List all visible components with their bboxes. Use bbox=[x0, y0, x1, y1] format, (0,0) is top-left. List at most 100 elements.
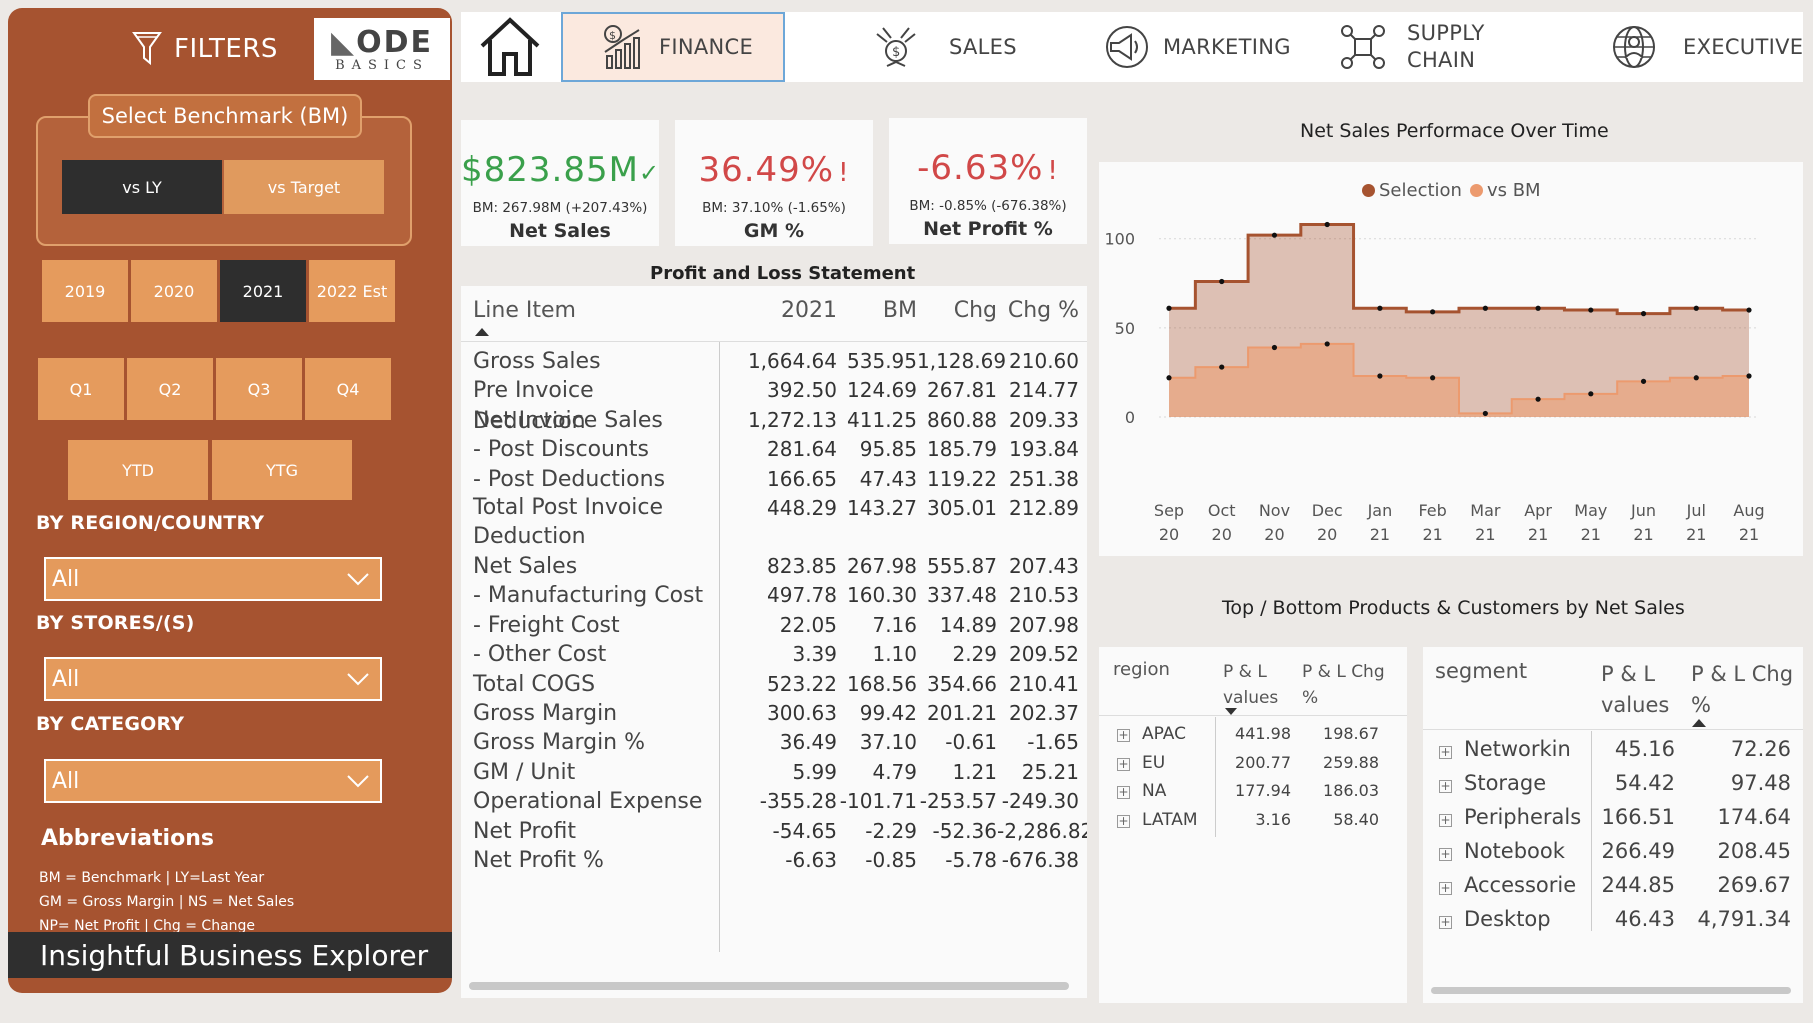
nav-tab-supply-chain[interactable]: SUPPLY CHAIN bbox=[1339, 12, 1485, 82]
data-point[interactable] bbox=[1746, 373, 1752, 379]
col-header-segment[interactable]: segment bbox=[1435, 659, 1527, 683]
table-row[interactable]: Net Profit % -6.63 -0.85 -5.78 -676.38 bbox=[461, 845, 1087, 874]
table-cell: 497.78 bbox=[767, 583, 837, 608]
col-header-pl-values[interactable]: P & L values bbox=[1601, 659, 1669, 721]
data-point[interactable] bbox=[1693, 305, 1699, 311]
table-row[interactable]: Operational Expense -355.28 -101.71 -253.57… bbox=[461, 786, 1087, 815]
expand-icon[interactable]: + bbox=[1117, 729, 1130, 742]
table-row[interactable]: + Notebook bbox=[1439, 839, 1565, 863]
col-header-bm[interactable]: BM bbox=[837, 298, 917, 338]
table-row[interactable]: + EU bbox=[1117, 753, 1165, 773]
table-row[interactable]: + Storage bbox=[1439, 771, 1546, 795]
table-row[interactable]: + Desktop bbox=[1439, 907, 1551, 931]
category-dropdown[interactable]: All bbox=[44, 759, 382, 803]
table-row[interactable]: Total Post Invoice Deduction 448.29 143.27… bbox=[461, 493, 1087, 551]
sales-money-icon: $ bbox=[876, 27, 916, 67]
year-2021-button[interactable]: 2021 bbox=[220, 260, 306, 322]
region-dropdown[interactable]: All bbox=[44, 557, 382, 601]
table-row[interactable]: - Post Deductions 166.65 47.43 119.22 251.38 bbox=[461, 464, 1087, 493]
table-row[interactable]: - Freight Cost 22.05 7.16 14.89 207.98 bbox=[461, 610, 1087, 639]
expand-icon[interactable]: + bbox=[1439, 746, 1452, 759]
table-row[interactable]: Gross Sales 1,664.64 535.95 1,128.69 210.60 bbox=[461, 346, 1087, 375]
vs-target-button[interactable]: vs Target bbox=[224, 160, 384, 214]
data-point[interactable] bbox=[1588, 307, 1594, 313]
nav-tab-executive[interactable]: EXECUTIVE bbox=[1609, 12, 1803, 82]
q3-button[interactable]: Q3 bbox=[216, 358, 302, 420]
data-point[interactable] bbox=[1746, 307, 1752, 313]
data-point[interactable] bbox=[1482, 410, 1488, 417]
year-2020-button[interactable]: 2020 bbox=[131, 260, 217, 322]
expand-icon[interactable]: + bbox=[1439, 916, 1452, 929]
top-navigation: $ FINANCE $ SALES MARKETING SUPPLY CHAIN… bbox=[461, 12, 1803, 82]
table-row[interactable]: - Other Cost 3.39 1.10 2.29 209.52 bbox=[461, 639, 1087, 668]
table-row[interactable]: - Post Discounts 281.64 95.85 185.79 193.84 bbox=[461, 434, 1087, 463]
col-header-pl-chg-pct[interactable]: P & L Chg % bbox=[1302, 659, 1385, 711]
nav-executive-label: EXECUTIVE bbox=[1683, 35, 1804, 59]
table-row[interactable]: Pre Invoice Deduction 392.50 124.69 267.81 2… bbox=[461, 375, 1087, 434]
data-point[interactable] bbox=[1588, 391, 1594, 397]
table-row[interactable]: Net Sales 823.85 267.98 555.87 207.43 bbox=[461, 551, 1087, 580]
year-2019-button[interactable]: 2019 bbox=[42, 260, 128, 322]
table-row[interactable]: GM / Unit 5.99 4.79 1.21 25.21 bbox=[461, 757, 1087, 786]
data-point[interactable] bbox=[1324, 221, 1330, 228]
data-point[interactable] bbox=[1219, 364, 1225, 370]
horizontal-scrollbar[interactable] bbox=[469, 982, 1069, 990]
q1-button[interactable]: Q1 bbox=[38, 358, 124, 420]
table-row[interactable]: Gross Margin 300.63 99.42 201.21 202.37 bbox=[461, 698, 1087, 727]
expand-icon[interactable]: + bbox=[1117, 786, 1130, 799]
data-point[interactable] bbox=[1535, 305, 1541, 311]
data-point[interactable] bbox=[1166, 305, 1172, 311]
nav-tab-sales[interactable]: $ SALES bbox=[873, 12, 1017, 82]
data-point[interactable] bbox=[1377, 305, 1383, 311]
nav-tab-finance[interactable]: $ FINANCE bbox=[561, 12, 785, 82]
data-point[interactable] bbox=[1166, 375, 1172, 381]
q4-button[interactable]: Q4 bbox=[305, 358, 391, 420]
stores-dropdown[interactable]: All bbox=[44, 657, 382, 701]
x-tick-label: Aug 21 bbox=[1733, 501, 1764, 544]
col-header-pl-values[interactable]: P & L values bbox=[1223, 659, 1278, 711]
col-header-pl-chg-pct[interactable]: P & L Chg % bbox=[1691, 659, 1793, 721]
q2-button[interactable]: Q2 bbox=[127, 358, 213, 420]
data-point[interactable] bbox=[1271, 232, 1278, 238]
expand-icon[interactable]: + bbox=[1439, 848, 1452, 861]
data-point[interactable] bbox=[1640, 311, 1647, 317]
line-item-label: - Post Deductions bbox=[473, 466, 666, 492]
data-point[interactable] bbox=[1482, 305, 1488, 311]
expand-icon[interactable]: + bbox=[1117, 814, 1130, 828]
data-point[interactable] bbox=[1430, 375, 1436, 381]
expand-icon[interactable]: + bbox=[1439, 780, 1452, 793]
table-row[interactable]: + Peripherals bbox=[1439, 805, 1581, 829]
table-row[interactable]: + Accessorie bbox=[1439, 873, 1576, 897]
table-row[interactable]: Total COGS 523.22 168.56 354.66 210.41 bbox=[461, 669, 1087, 698]
ytg-button[interactable]: YTG bbox=[212, 440, 352, 500]
data-point[interactable] bbox=[1640, 378, 1647, 384]
horizontal-scrollbar[interactable] bbox=[1431, 987, 1791, 994]
table-row[interactable]: + NA bbox=[1117, 781, 1166, 801]
table-row[interactable]: - Manufacturing Cost 497.78 160.30 337.48 21… bbox=[461, 580, 1087, 609]
expand-icon[interactable]: + bbox=[1439, 814, 1452, 827]
nav-home[interactable] bbox=[475, 12, 545, 82]
data-point[interactable] bbox=[1430, 309, 1436, 315]
table-row[interactable]: + APAC bbox=[1117, 724, 1186, 744]
expand-icon[interactable]: + bbox=[1117, 757, 1130, 771]
data-point[interactable] bbox=[1219, 278, 1225, 285]
year-2022-est-button[interactable]: 2022 Est bbox=[309, 260, 395, 322]
data-point[interactable] bbox=[1693, 375, 1699, 381]
table-row[interactable]: Gross Margin % 36.49 37.10 -0.61 -1.65 bbox=[461, 727, 1087, 756]
table-row[interactable]: Net Profit -54.65 -2.29 -52.36 -2,286.82 bbox=[461, 816, 1087, 845]
col-header-region[interactable]: region bbox=[1113, 659, 1170, 680]
table-row[interactable]: + Networkin bbox=[1439, 737, 1571, 761]
col-header-chg[interactable]: Chg bbox=[917, 298, 997, 338]
nav-tab-marketing[interactable]: MARKETING bbox=[1101, 12, 1291, 82]
data-point[interactable] bbox=[1324, 341, 1330, 347]
col-header-2021[interactable]: 2021 bbox=[727, 298, 837, 338]
vs-ly-button[interactable]: vs LY bbox=[62, 160, 222, 214]
data-point[interactable] bbox=[1377, 373, 1383, 379]
col-header-chg-pct[interactable]: Chg % bbox=[997, 298, 1079, 338]
table-row[interactable]: Net Invoice Sales 1,272.13 411.25 860.88 209… bbox=[461, 405, 1087, 434]
ytd-button[interactable]: YTD bbox=[68, 440, 208, 500]
data-point[interactable] bbox=[1535, 396, 1541, 402]
data-point[interactable] bbox=[1271, 344, 1278, 351]
expand-icon[interactable]: + bbox=[1439, 882, 1452, 895]
table-row[interactable]: + LATAM bbox=[1117, 810, 1198, 830]
